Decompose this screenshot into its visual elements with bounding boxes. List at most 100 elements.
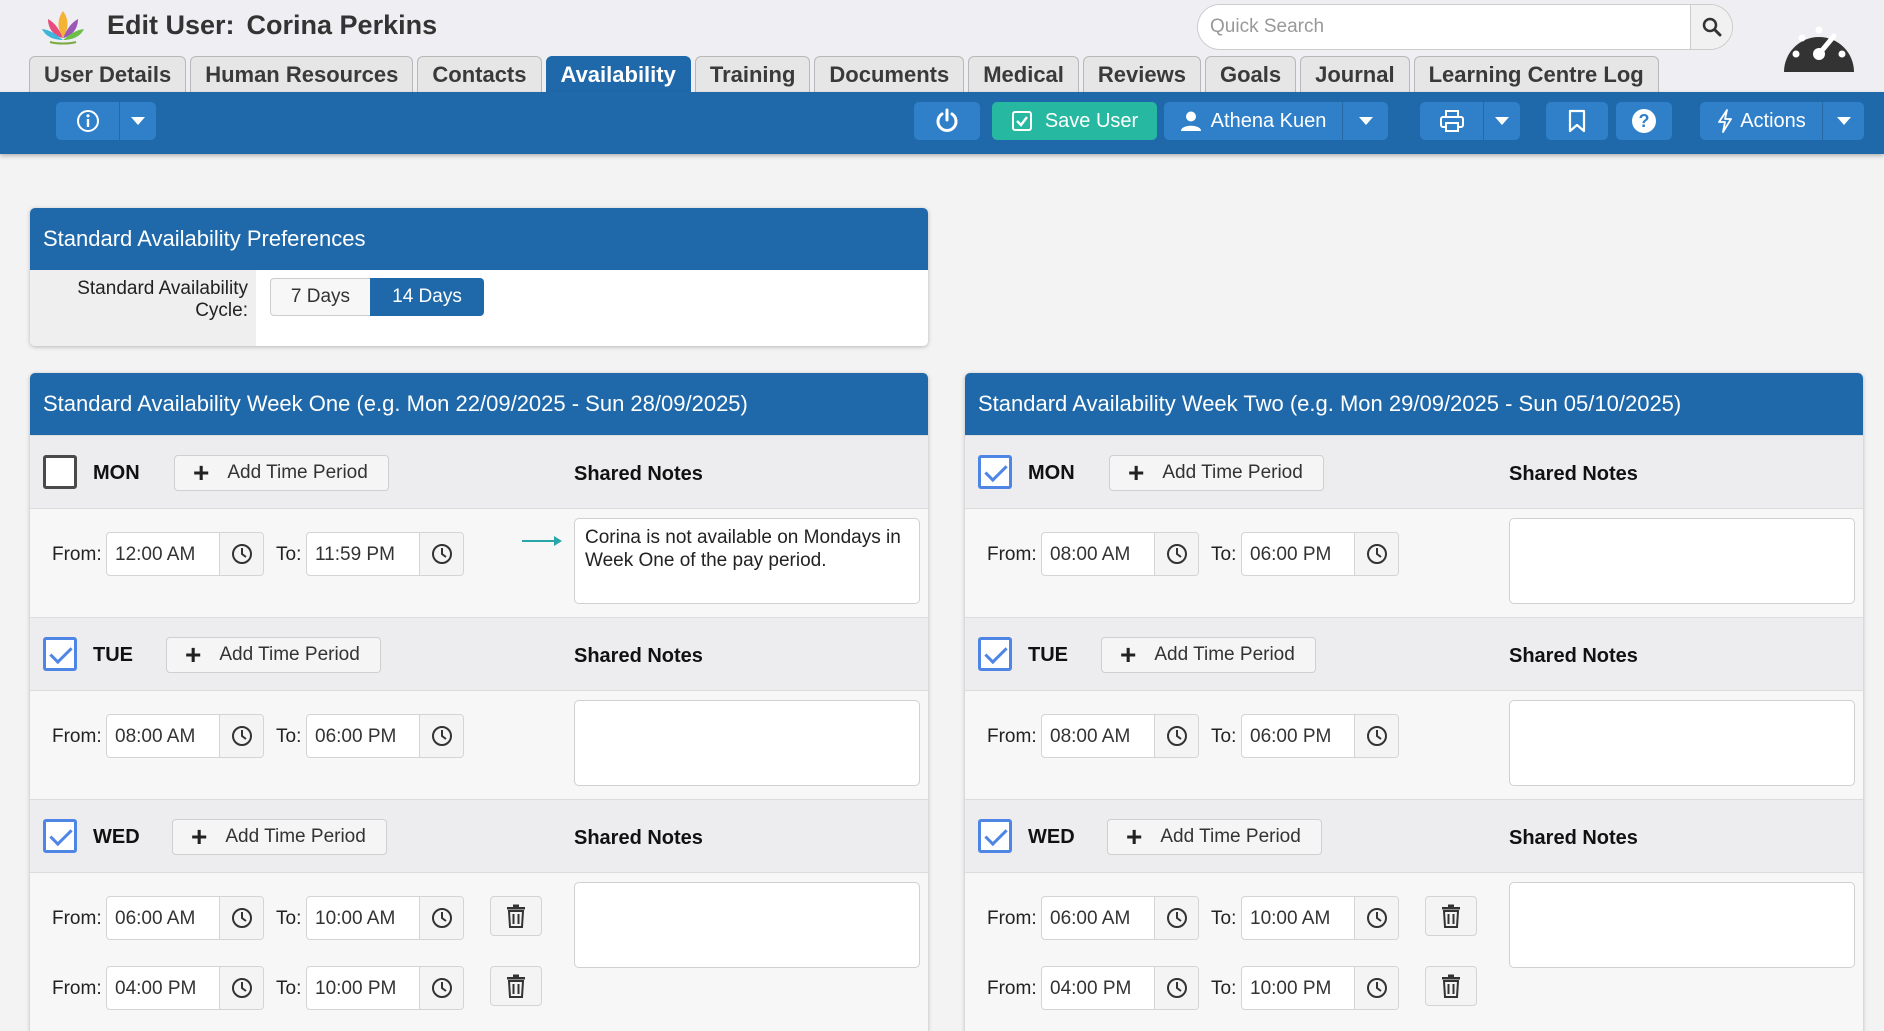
to-time-field[interactable]: 10:00 AM xyxy=(306,896,464,940)
clock-icon[interactable] xyxy=(219,897,263,939)
tab-learning-centre-log[interactable]: Learning Centre Log xyxy=(1413,56,1659,92)
from-time-field[interactable]: 04:00 PM xyxy=(1041,966,1199,1010)
clock-icon[interactable] xyxy=(419,897,463,939)
help-button[interactable]: ? xyxy=(1616,102,1672,140)
to-time-field[interactable]: 06:00 PM xyxy=(1241,532,1399,576)
toolbar: Save User Athena Kuen ? Actions xyxy=(0,92,1884,154)
dashboard-gauge-icon[interactable] xyxy=(1780,14,1858,76)
chevron-down-icon xyxy=(131,117,145,125)
tab-reviews[interactable]: Reviews xyxy=(1082,56,1201,92)
clock-icon[interactable] xyxy=(1354,897,1398,939)
to-time-value: 10:00 AM xyxy=(1250,908,1331,929)
delete-time-period-button[interactable] xyxy=(1425,966,1477,1006)
clock-icon[interactable] xyxy=(419,715,463,757)
shared-notes-input[interactable] xyxy=(1509,518,1855,604)
top-bar: Edit User: Corina Perkins User Details Hu… xyxy=(0,0,1884,92)
week-two-panel: Standard Availability Week Two (e.g. Mon… xyxy=(965,373,1863,1031)
to-time-field[interactable]: 06:00 PM xyxy=(1241,714,1399,758)
from-time-field[interactable]: 06:00 AM xyxy=(106,896,264,940)
clock-icon[interactable] xyxy=(219,533,263,575)
cycle-14-days-button[interactable]: 14 Days xyxy=(370,278,484,316)
from-label: From: xyxy=(52,908,102,929)
to-time-field[interactable]: 10:00 PM xyxy=(306,966,464,1010)
tab-availability[interactable]: Availability xyxy=(545,56,691,92)
from-time-value: 06:00 AM xyxy=(115,908,196,929)
bookmark-button[interactable] xyxy=(1546,102,1608,140)
add-time-period-button[interactable]: + Add Time Period xyxy=(172,819,387,855)
current-user-dropdown-button[interactable] xyxy=(1343,102,1388,140)
actions-dropdown-button[interactable] xyxy=(1823,102,1864,140)
tab-medical[interactable]: Medical xyxy=(968,56,1079,92)
day-name: WED xyxy=(1028,826,1075,848)
day-body-mon: From: 12:00 AM To: 11:59 PM Corina is no… xyxy=(30,509,928,617)
tab-user-details[interactable]: User Details xyxy=(29,56,187,92)
day-header-wed: WED + Add Time Period Shared Notes xyxy=(965,799,1863,873)
delete-time-period-button[interactable] xyxy=(1425,896,1477,936)
search-button[interactable] xyxy=(1690,5,1732,49)
shared-notes-input[interactable] xyxy=(574,700,920,786)
clock-icon[interactable] xyxy=(419,967,463,1009)
power-button[interactable] xyxy=(914,102,980,140)
add-time-period-button[interactable]: + Add Time Period xyxy=(174,455,389,491)
search-input[interactable] xyxy=(1198,5,1692,49)
from-time-field[interactable]: 04:00 PM xyxy=(106,966,264,1010)
shared-notes-input[interactable]: Corina is not available on Mondays in We… xyxy=(574,518,920,604)
actions-button[interactable]: Actions xyxy=(1700,102,1822,140)
from-time-field[interactable]: 08:00 AM xyxy=(106,714,264,758)
from-time-field[interactable]: 08:00 AM xyxy=(1041,532,1199,576)
week-one-title: Standard Availability Week One (e.g. Mon… xyxy=(30,373,928,435)
day-body-mon: From: 08:00 AM To: 06:00 PM xyxy=(965,509,1863,617)
day-checkbox-mon[interactable] xyxy=(43,455,77,489)
add-time-period-button[interactable]: + Add Time Period xyxy=(1101,637,1316,673)
tab-human-resources[interactable]: Human Resources xyxy=(190,56,414,92)
to-time-value: 06:00 PM xyxy=(315,726,397,747)
clock-icon[interactable] xyxy=(219,967,263,1009)
clock-icon[interactable] xyxy=(419,533,463,575)
clock-icon[interactable] xyxy=(1354,533,1398,575)
day-checkbox-tue[interactable] xyxy=(43,637,77,671)
print-button[interactable] xyxy=(1420,102,1483,140)
cycle-7-days-button[interactable]: 7 Days xyxy=(270,278,371,316)
clock-icon[interactable] xyxy=(219,715,263,757)
save-user-button[interactable]: Save User xyxy=(992,102,1157,140)
day-name: TUE xyxy=(1028,644,1068,666)
time-period-row: From: 08:00 AM To: 06:00 PM xyxy=(965,532,1485,576)
from-time-field[interactable]: 12:00 AM xyxy=(106,532,264,576)
tab-goals[interactable]: Goals xyxy=(1204,56,1297,92)
day-checkbox-tue[interactable] xyxy=(978,637,1012,671)
print-dropdown-button[interactable] xyxy=(1484,102,1520,140)
shared-notes-input[interactable] xyxy=(574,882,920,968)
from-time-field[interactable]: 06:00 AM xyxy=(1041,896,1199,940)
add-time-period-button[interactable]: + Add Time Period xyxy=(166,637,381,673)
from-time-field[interactable]: 08:00 AM xyxy=(1041,714,1199,758)
clock-icon[interactable] xyxy=(1154,715,1198,757)
tab-contacts[interactable]: Contacts xyxy=(417,56,542,92)
to-time-field[interactable]: 10:00 PM xyxy=(1241,966,1399,1010)
day-checkbox-wed[interactable] xyxy=(43,819,77,853)
shared-notes-label: Shared Notes xyxy=(574,645,703,667)
to-time-field[interactable]: 10:00 AM xyxy=(1241,896,1399,940)
day-checkbox-mon[interactable] xyxy=(978,455,1012,489)
add-time-period-button[interactable]: + Add Time Period xyxy=(1109,455,1324,491)
current-user-button[interactable]: Athena Kuen xyxy=(1164,102,1342,140)
tab-journal[interactable]: Journal xyxy=(1300,56,1410,92)
day-checkbox-wed[interactable] xyxy=(978,819,1012,853)
add-time-period-button[interactable]: + Add Time Period xyxy=(1107,819,1322,855)
shared-notes-label: Shared Notes xyxy=(574,827,703,849)
tab-training[interactable]: Training xyxy=(694,56,811,92)
delete-time-period-button[interactable] xyxy=(490,966,542,1006)
clock-icon[interactable] xyxy=(1154,897,1198,939)
to-time-field[interactable]: 11:59 PM xyxy=(306,532,464,576)
info-button[interactable] xyxy=(56,102,119,140)
clock-icon[interactable] xyxy=(1354,715,1398,757)
shared-notes-input[interactable] xyxy=(1509,700,1855,786)
shared-notes-input[interactable] xyxy=(1509,882,1855,968)
clock-icon[interactable] xyxy=(1154,533,1198,575)
tab-documents[interactable]: Documents xyxy=(814,56,965,92)
delete-time-period-button[interactable] xyxy=(490,896,542,936)
clock-icon[interactable] xyxy=(1354,967,1398,1009)
to-time-field[interactable]: 06:00 PM xyxy=(306,714,464,758)
info-dropdown-button[interactable] xyxy=(120,102,156,140)
clock-icon[interactable] xyxy=(1154,967,1198,1009)
to-time-value: 06:00 PM xyxy=(1250,544,1332,565)
